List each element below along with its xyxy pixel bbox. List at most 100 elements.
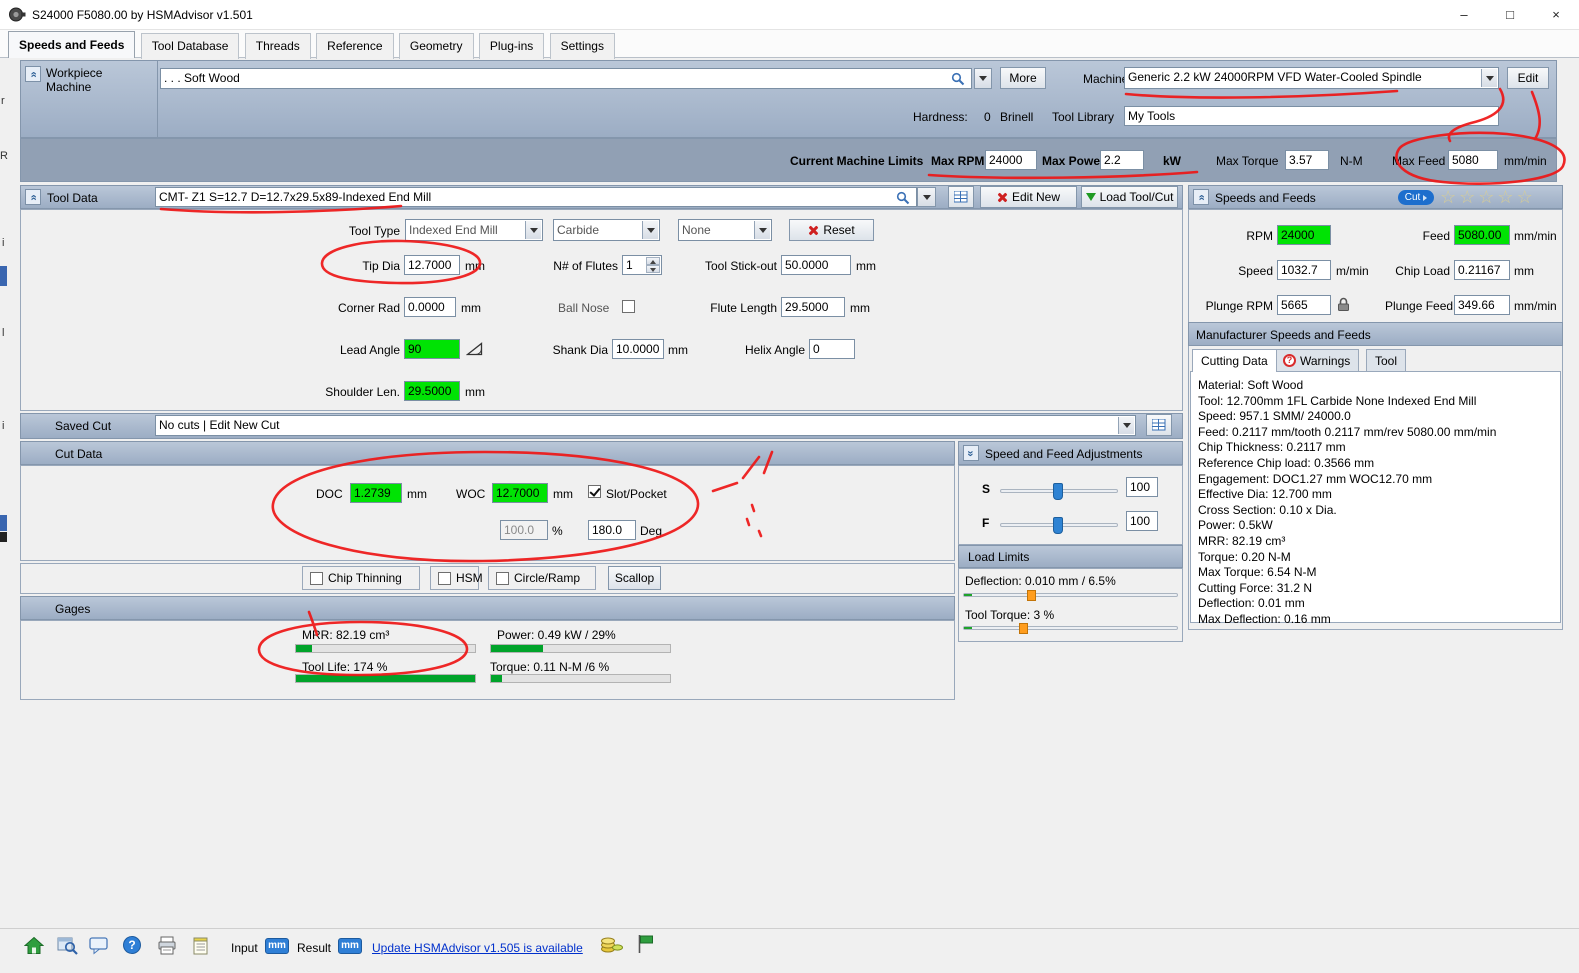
rating-star[interactable]: ☆ xyxy=(1459,188,1475,206)
s-slider-thumb[interactable] xyxy=(1053,483,1063,500)
tab-warnings[interactable]: ? Warnings xyxy=(1274,349,1359,371)
s-slider-track[interactable] xyxy=(1000,489,1118,493)
more-button[interactable]: More xyxy=(1000,67,1046,89)
rating-star[interactable]: ☆ xyxy=(1497,188,1513,206)
plunge-feed-field[interactable]: 349.66 xyxy=(1454,295,1510,315)
max-power-field[interactable]: 2.2 xyxy=(1100,150,1144,170)
slot-pocket-checkbox[interactable] xyxy=(588,485,601,498)
database-search-icon[interactable] xyxy=(57,936,78,958)
ball-nose-checkbox[interactable] xyxy=(622,300,635,313)
tip-dia-field[interactable]: 12.7000 xyxy=(404,255,460,275)
collapse-adjustments-button[interactable]: « xyxy=(963,445,979,461)
input-units-badge[interactable]: mm xyxy=(265,938,289,954)
tab-speeds-and-feeds[interactable]: Speeds and Feeds xyxy=(8,31,135,58)
max-rpm-field[interactable]: 24000 xyxy=(985,150,1037,170)
report-icon[interactable] xyxy=(193,936,210,958)
f-slider-track[interactable] xyxy=(1000,523,1118,527)
collapse-tool-data-button[interactable]: « xyxy=(25,189,41,205)
scallop-button[interactable]: Scallop xyxy=(608,566,661,590)
reset-button[interactable]: Reset xyxy=(789,219,874,241)
max-feed-field[interactable]: 5080 xyxy=(1448,150,1498,170)
speed-field[interactable]: 1032.7 xyxy=(1277,260,1331,280)
close-button[interactable]: × xyxy=(1533,0,1579,30)
plunge-rpm-field[interactable]: 5665 xyxy=(1277,295,1331,315)
circle-ramp-option[interactable]: Circle/Ramp xyxy=(488,566,596,590)
s-value-field[interactable]: 100 xyxy=(1126,477,1158,497)
cut-badge[interactable]: Cut xyxy=(1398,190,1434,205)
woc-field[interactable]: 12.7000 xyxy=(492,483,548,503)
tool-table-button[interactable] xyxy=(948,186,974,208)
tool-material-select[interactable]: Carbide xyxy=(553,219,660,241)
rating-star[interactable]: ☆ xyxy=(1478,188,1494,206)
shoulder-len-field[interactable]: 29.5000 xyxy=(404,381,460,401)
flutes-stepper[interactable]: 1 xyxy=(622,255,662,275)
chip-thinning-checkbox[interactable] xyxy=(310,572,323,585)
tab-tool[interactable]: Tool xyxy=(1366,349,1406,371)
load-tool-cut-button[interactable]: Load Tool/Cut xyxy=(1081,186,1178,208)
help-icon[interactable]: ? xyxy=(123,936,141,954)
dropdown-button[interactable] xyxy=(525,221,541,239)
tab-tool-database[interactable]: Tool Database xyxy=(141,33,240,59)
collapse-speeds-feeds-button[interactable]: « xyxy=(1193,189,1209,205)
lock-icon[interactable] xyxy=(1337,297,1350,315)
shank-dia-field[interactable]: 10.0000 xyxy=(612,339,664,359)
stickout-field[interactable]: 50.0000 xyxy=(781,255,851,275)
engage-angle-field[interactable]: 180.0 xyxy=(588,520,636,540)
tool-type-select[interactable]: Indexed End Mill xyxy=(405,219,543,241)
circle-ramp-checkbox[interactable] xyxy=(496,572,509,585)
f-slider-thumb[interactable] xyxy=(1053,517,1063,534)
tab-reference[interactable]: Reference xyxy=(316,33,393,59)
tab-threads[interactable]: Threads xyxy=(245,33,311,59)
f-value-field[interactable]: 100 xyxy=(1126,511,1158,531)
flute-length-field[interactable]: 29.5000 xyxy=(781,297,845,317)
feedback-icon[interactable] xyxy=(89,936,109,958)
print-icon[interactable] xyxy=(157,936,177,958)
edit-new-button[interactable]: Edit New xyxy=(980,186,1077,208)
update-link[interactable]: Update HSMAdvisor v1.505 is available xyxy=(372,941,583,955)
tab-settings[interactable]: Settings xyxy=(550,33,615,59)
minimize-button[interactable]: – xyxy=(1441,0,1487,30)
tool-library-field[interactable]: My Tools xyxy=(1124,106,1499,126)
stepper-down-icon[interactable] xyxy=(646,265,660,273)
chip-load-field[interactable]: 0.21167 xyxy=(1454,260,1510,280)
helix-angle-field[interactable]: 0 xyxy=(809,339,855,359)
lead-angle-field[interactable]: 90 xyxy=(404,339,460,359)
tab-cutting-data[interactable]: Cutting Data xyxy=(1192,349,1277,372)
saved-cut-table-button[interactable] xyxy=(1146,414,1172,436)
tool-coating-select[interactable]: None xyxy=(678,219,772,241)
saved-cut-dropdown-button[interactable] xyxy=(1118,417,1134,434)
rating-star[interactable]: ☆ xyxy=(1440,188,1456,206)
tool-torque-slider-thumb[interactable] xyxy=(1019,623,1028,634)
result-units-badge[interactable]: mm xyxy=(338,938,362,954)
saved-cut-combo[interactable]: No cuts | Edit New Cut xyxy=(155,415,1136,436)
collapse-workpiece-button[interactable]: « xyxy=(25,66,41,82)
tool-search-combo[interactable]: CMT- Z1 S=12.7 D=12.7x29.5x89-Indexed En… xyxy=(155,187,917,207)
dropdown-button[interactable] xyxy=(754,221,770,239)
doc-field[interactable]: 1.2739 xyxy=(350,483,402,503)
flag-icon[interactable] xyxy=(636,934,655,957)
feed-field[interactable]: 5080.00 xyxy=(1454,225,1510,245)
home-icon[interactable] xyxy=(24,936,44,958)
tool-dropdown-button[interactable] xyxy=(917,187,936,207)
maximize-button[interactable]: □ xyxy=(1487,0,1533,30)
tab-plugins[interactable]: Plug-ins xyxy=(479,33,544,59)
tool-torque-slider-track[interactable] xyxy=(963,626,1178,630)
dropdown-button[interactable] xyxy=(642,221,658,239)
chip-thinning-option[interactable]: Chip Thinning xyxy=(302,566,420,590)
tab-geometry[interactable]: Geometry xyxy=(399,33,474,59)
rating-star[interactable]: ☆ xyxy=(1517,188,1533,206)
hsm-checkbox[interactable] xyxy=(438,572,451,585)
machine-combo[interactable]: Generic 2.2 kW 24000RPM VFD Water-Cooled… xyxy=(1124,67,1499,89)
machine-dropdown-button[interactable] xyxy=(1481,69,1497,87)
rpm-field[interactable]: 24000 xyxy=(1277,225,1331,245)
corner-rad-field[interactable]: 0.0000 xyxy=(404,297,456,317)
deflection-slider-thumb[interactable] xyxy=(1027,590,1036,601)
max-torque-field[interactable]: 3.57 xyxy=(1285,150,1329,170)
edit-machine-button[interactable]: Edit xyxy=(1507,67,1549,89)
material-search-combo[interactable]: . . . Soft Wood xyxy=(160,68,972,89)
material-dropdown-button[interactable] xyxy=(974,68,992,89)
hsm-option[interactable]: HSM xyxy=(430,566,479,590)
stepper-up-icon[interactable] xyxy=(646,257,660,265)
stepover-percent-field[interactable]: 100.0 xyxy=(500,520,548,540)
coins-icon[interactable] xyxy=(600,934,624,957)
